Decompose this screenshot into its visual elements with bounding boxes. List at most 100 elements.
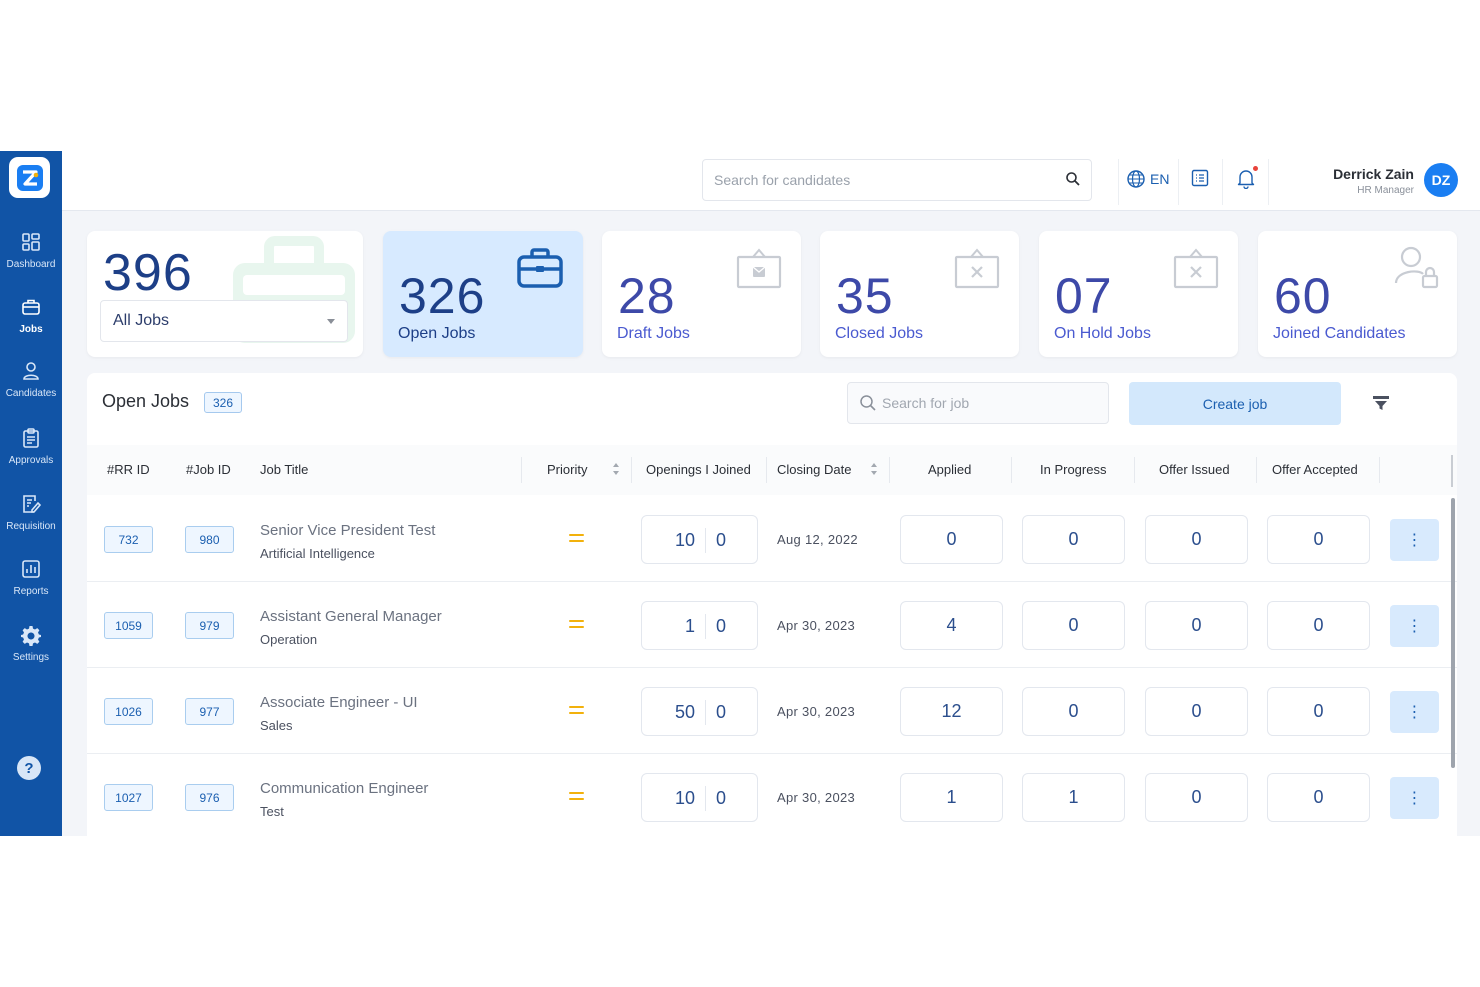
stat-label: Joined Candidates <box>1273 325 1406 342</box>
divider <box>1222 159 1223 205</box>
in-progress-count[interactable]: 1 <box>1022 773 1125 822</box>
offer-accepted-count[interactable]: 0 <box>1267 601 1370 650</box>
priority-medium-icon <box>569 534 584 546</box>
app-window: Dashboard Jobs Candidates Approvals Requ… <box>0 151 1480 836</box>
joined-count: 0 <box>716 530 727 550</box>
sidebar-item-requisition[interactable]: Requisition <box>0 493 62 551</box>
column-header-closing-date[interactable]: Closing Date <box>777 462 851 477</box>
count-badge: 326 <box>204 392 242 413</box>
more-options-button[interactable]: ⋮ <box>1390 519 1439 561</box>
openings-joined: 10 0 <box>641 773 758 822</box>
openings-count: 1 <box>684 616 695 636</box>
offer-issued-count[interactable]: 0 <box>1145 601 1248 650</box>
sidebar-item-jobs[interactable]: Jobs <box>0 296 62 354</box>
user-icon <box>23 362 39 380</box>
user-lock-icon <box>1394 246 1439 289</box>
sort-icon[interactable] <box>870 462 878 476</box>
offer-issued-count[interactable]: 0 <box>1145 687 1248 736</box>
job-title[interactable]: Associate Engineer - UI <box>260 694 418 711</box>
offer-issued-count[interactable]: 0 <box>1145 515 1248 564</box>
briefcase-icon <box>22 299 40 315</box>
user-info[interactable]: Derrick Zain HR Manager <box>1333 166 1414 196</box>
closing-date: Apr 30, 2023 <box>777 704 856 719</box>
job-search-input[interactable] <box>882 383 1102 423</box>
offer-issued-count[interactable]: 0 <box>1145 773 1248 822</box>
rr-id-badge[interactable]: 1027 <box>104 784 153 811</box>
sidebar-item-settings[interactable]: Settings <box>0 624 62 682</box>
stat-card-draft-jobs[interactable]: 28 Draft Jobs <box>602 231 801 357</box>
sidebar-item-label: Candidates <box>5 388 57 399</box>
applied-count[interactable]: 12 <box>900 687 1003 736</box>
kebab-menu-icon: ⋮ <box>1406 532 1423 549</box>
divider <box>1134 457 1135 483</box>
stat-card-on-hold-jobs[interactable]: 07 On Hold Jobs <box>1039 231 1238 357</box>
offer-accepted-count[interactable]: 0 <box>1267 773 1370 822</box>
sidebar-item-reports[interactable]: Reports <box>0 558 62 616</box>
more-options-button[interactable]: ⋮ <box>1390 691 1439 733</box>
stat-card-joined-candidates[interactable]: 60 Joined Candidates <box>1258 231 1457 357</box>
job-title[interactable]: Senior Vice President Test <box>260 522 435 539</box>
divider <box>1118 159 1119 205</box>
openings-count: 10 <box>674 788 695 808</box>
kebab-menu-icon: ⋮ <box>1406 618 1423 635</box>
stat-card-closed-jobs[interactable]: 35 Closed Jobs <box>820 231 1019 357</box>
stat-value: 35 <box>836 268 894 324</box>
job-title[interactable]: Communication Engineer <box>260 780 428 797</box>
in-progress-count[interactable]: 0 <box>1022 687 1125 736</box>
briefcase-icon <box>517 248 563 288</box>
job-filter-value: All Jobs <box>113 312 170 329</box>
sidebar-item-dashboard[interactable]: Dashboard <box>0 231 62 289</box>
job-id-badge[interactable]: 977 <box>185 698 234 725</box>
stat-card-all-jobs[interactable]: 396 All Jobs <box>87 231 363 357</box>
table-row[interactable]: 1059 979 Assistant General Manager Opera… <box>87 582 1457 668</box>
kebab-menu-icon: ⋮ <box>1406 704 1423 721</box>
job-title[interactable]: Assistant General Manager <box>260 608 442 625</box>
stat-label: Draft Jobs <box>617 325 690 342</box>
stat-card-open-jobs[interactable]: 326 Open Jobs <box>383 231 583 357</box>
bell-icon[interactable] <box>1236 168 1256 189</box>
more-options-button[interactable]: ⋮ <box>1390 605 1439 647</box>
stat-value: 326 <box>399 268 486 324</box>
job-id-badge[interactable]: 980 <box>185 526 234 553</box>
candidate-search <box>702 159 1092 201</box>
more-options-button[interactable]: ⋮ <box>1390 777 1439 819</box>
rr-id-badge[interactable]: 1026 <box>104 698 153 725</box>
job-filter-select[interactable]: All Jobs <box>100 300 348 342</box>
top-bar: EN Derrick Zain HR Manager DZ <box>62 151 1480 211</box>
table-row[interactable]: 732 980 Senior Vice President Test Artif… <box>87 496 1457 582</box>
sort-icon[interactable] <box>612 462 620 476</box>
job-id-badge[interactable]: 979 <box>185 612 234 639</box>
avatar[interactable]: DZ <box>1424 163 1458 197</box>
sidebar-item-candidates[interactable]: Candidates <box>0 360 62 418</box>
applied-count[interactable]: 1 <box>900 773 1003 822</box>
column-header-priority[interactable]: Priority <box>547 462 587 477</box>
table-row[interactable]: 1027 976 Communication Engineer Test 10 … <box>87 754 1457 836</box>
applied-count[interactable]: 4 <box>900 601 1003 650</box>
filter-icon[interactable] <box>1372 395 1390 411</box>
help-icon[interactable]: ? <box>17 756 41 780</box>
list-document-icon[interactable] <box>1190 168 1210 188</box>
kebab-menu-icon: ⋮ <box>1406 790 1423 807</box>
offer-accepted-count[interactable]: 0 <box>1267 687 1370 736</box>
scrollbar-thumb[interactable] <box>1451 498 1455 768</box>
closing-date: Apr 30, 2023 <box>777 790 856 805</box>
applied-count[interactable]: 0 <box>900 515 1003 564</box>
candidate-search-input[interactable] <box>703 160 1033 200</box>
clipboard-icon <box>23 428 39 448</box>
job-id-badge[interactable]: 976 <box>185 784 234 811</box>
sidebar-item-approvals[interactable]: Approvals <box>0 427 62 485</box>
table-header: #RR ID #Job ID Job Title Priority Openin… <box>87 445 1457 495</box>
in-progress-count[interactable]: 0 <box>1022 601 1125 650</box>
search-icon[interactable] <box>1065 171 1081 187</box>
table-row[interactable]: 1026 977 Associate Engineer - UI Sales 5… <box>87 668 1457 754</box>
in-progress-count[interactable]: 0 <box>1022 515 1125 564</box>
priority-medium-icon <box>569 792 584 804</box>
rr-id-badge[interactable]: 732 <box>104 526 153 553</box>
language-selector[interactable]: EN <box>1126 169 1169 189</box>
divider <box>705 700 706 725</box>
user-role: HR Manager <box>1357 185 1414 196</box>
offer-accepted-count[interactable]: 0 <box>1267 515 1370 564</box>
app-logo[interactable] <box>9 157 50 198</box>
rr-id-badge[interactable]: 1059 <box>104 612 153 639</box>
create-job-button[interactable]: Create job <box>1129 382 1341 425</box>
